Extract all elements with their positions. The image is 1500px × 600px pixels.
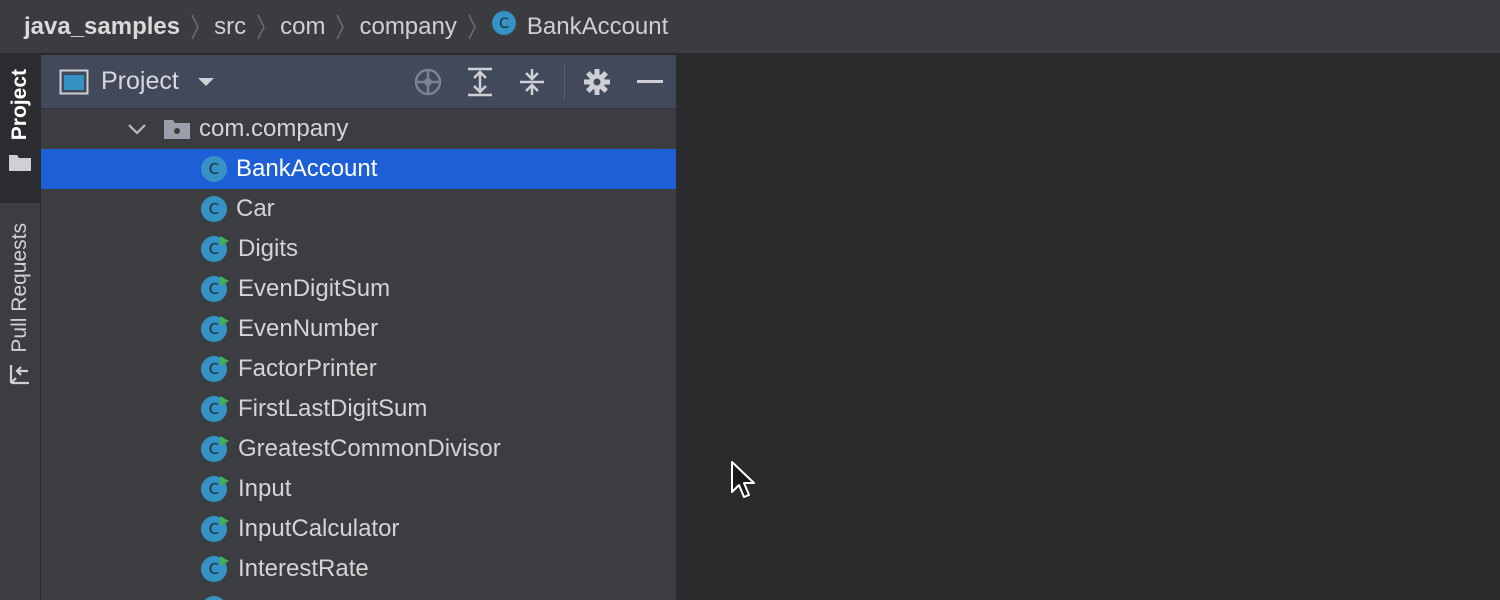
tree-item-factorprinter[interactable]: C FactorPrinter <box>41 349 676 389</box>
java-class-icon: C <box>491 10 517 43</box>
minimize-icon[interactable] <box>635 67 665 97</box>
breadcrumb-bankaccount[interactable]: C BankAccount <box>491 10 668 43</box>
gear-icon[interactable] <box>582 67 612 97</box>
folder-icon <box>8 152 32 177</box>
expand-all-icon[interactable] <box>465 67 495 97</box>
tree-item-greatestcommondivisor[interactable]: C GreatestCommonDivisor <box>41 429 676 469</box>
svg-text:C: C <box>209 400 219 418</box>
breadcrumb-label: java_samples <box>24 12 181 40</box>
tree-item-inputcalculator[interactable]: C InputCalculator <box>41 509 676 549</box>
tree-item-firstlastdigitsum[interactable]: C FirstLastDigitSum <box>41 389 676 429</box>
java-class-runnable-icon: C <box>200 555 230 583</box>
java-class-runnable-icon: C <box>200 475 230 503</box>
tree-item-interestrate[interactable]: C InterestRate <box>41 549 676 589</box>
java-class-runnable-icon: C <box>200 435 230 463</box>
svg-text:C: C <box>209 200 219 218</box>
tree-item-label: InputCalculator <box>238 515 400 542</box>
tree-item-label: Digits <box>238 235 299 262</box>
java-class-runnable-icon: C <box>200 275 230 303</box>
java-class-runnable-icon: C <box>200 395 230 423</box>
svg-text:C: C <box>209 240 219 258</box>
project-tree: com.company C BankAccount C Car C Digits… <box>41 109 676 600</box>
pull-request-icon <box>8 363 32 390</box>
tree-item-label: Input <box>238 475 292 502</box>
panel-view-icon <box>59 69 89 95</box>
tree-item-label: InterestRate <box>238 555 369 582</box>
project-tool-label: Project <box>8 69 31 141</box>
collapse-all-icon[interactable] <box>517 67 547 97</box>
tree-item-input[interactable]: C Input <box>41 469 676 509</box>
tree-item-label: GreatestCommonDivisor <box>238 435 501 462</box>
tool-window-stripe: Project Pull Requests <box>0 55 41 600</box>
tree-item-label: FactorPrinter <box>238 355 377 382</box>
mouse-pointer-icon <box>730 460 756 505</box>
svg-text:C: C <box>209 280 219 298</box>
editor-area[interactable] <box>677 55 1500 600</box>
breadcrumb-label: company <box>359 12 457 40</box>
java-class-icon: C <box>200 155 228 183</box>
tree-item-label: EvenNumber <box>238 315 379 342</box>
toolbar-separator <box>564 63 565 101</box>
svg-text:C: C <box>209 360 219 378</box>
project-panel-header: Project <box>41 55 676 109</box>
breadcrumb-company[interactable]: company <box>359 13 456 41</box>
svg-text:C: C <box>209 160 219 178</box>
tree-item-evendigitsum[interactable]: C EvenDigitSum <box>41 269 676 309</box>
chevron-right-icon <box>467 13 477 41</box>
pull-requests-tool-label: Pull Requests <box>8 223 31 353</box>
chevron-down-icon[interactable] <box>127 122 147 136</box>
svg-text:C: C <box>209 520 219 538</box>
project-panel-title[interactable]: Project <box>101 67 179 96</box>
tree-item-label: com.company <box>199 115 349 142</box>
svg-text:C: C <box>209 440 219 458</box>
java-class-runnable-icon <box>200 595 230 600</box>
project-tool-button[interactable]: Project <box>0 55 40 203</box>
chevron-right-icon <box>256 13 266 41</box>
svg-text:C: C <box>499 16 509 32</box>
svg-text:C: C <box>209 560 219 578</box>
tree-item-label: FirstLastDigitSum <box>238 395 428 422</box>
java-class-icon: C <box>200 195 228 223</box>
tree-item-digits[interactable]: C Digits <box>41 229 676 269</box>
java-class-runnable-icon: C <box>200 315 230 343</box>
java-class-runnable-icon: C <box>200 355 230 383</box>
project-tool-window: Project com.company C BankAccount C Car … <box>41 55 677 600</box>
tree-item-label: Car <box>236 195 275 222</box>
breadcrumb-label: src <box>214 12 247 40</box>
locate-icon[interactable] <box>413 67 443 97</box>
java-class-runnable-icon: C <box>200 235 230 263</box>
tree-item-label: BankAccount <box>236 155 378 182</box>
java-class-runnable-icon: C <box>200 515 230 543</box>
breadcrumb-com[interactable]: com <box>280 13 325 41</box>
tree-item-evennumber[interactable]: C EvenNumber <box>41 309 676 349</box>
tree-item-label: EvenDigitSum <box>238 275 391 302</box>
breadcrumb-project[interactable]: java_samples <box>24 13 180 41</box>
tree-package-row[interactable]: com.company <box>41 109 676 149</box>
pull-requests-tool-button[interactable]: Pull Requests <box>0 223 40 423</box>
svg-text:C: C <box>209 320 219 338</box>
tree-item-bankaccount[interactable]: C BankAccount <box>41 149 676 189</box>
chevron-down-icon[interactable] <box>197 76 215 88</box>
chevron-right-icon <box>335 13 345 41</box>
breadcrumb-label: BankAccount <box>526 12 669 40</box>
package-folder-icon <box>163 118 191 140</box>
svg-text:C: C <box>209 480 219 498</box>
tree-item-partial[interactable] <box>41 589 676 600</box>
chevron-right-icon <box>190 13 200 41</box>
navigation-bar: java_samples src com company C BankAccou… <box>0 0 1500 54</box>
tree-item-car[interactable]: C Car <box>41 189 676 229</box>
breadcrumb-src[interactable]: src <box>214 13 246 41</box>
breadcrumb-label: com <box>280 12 326 40</box>
